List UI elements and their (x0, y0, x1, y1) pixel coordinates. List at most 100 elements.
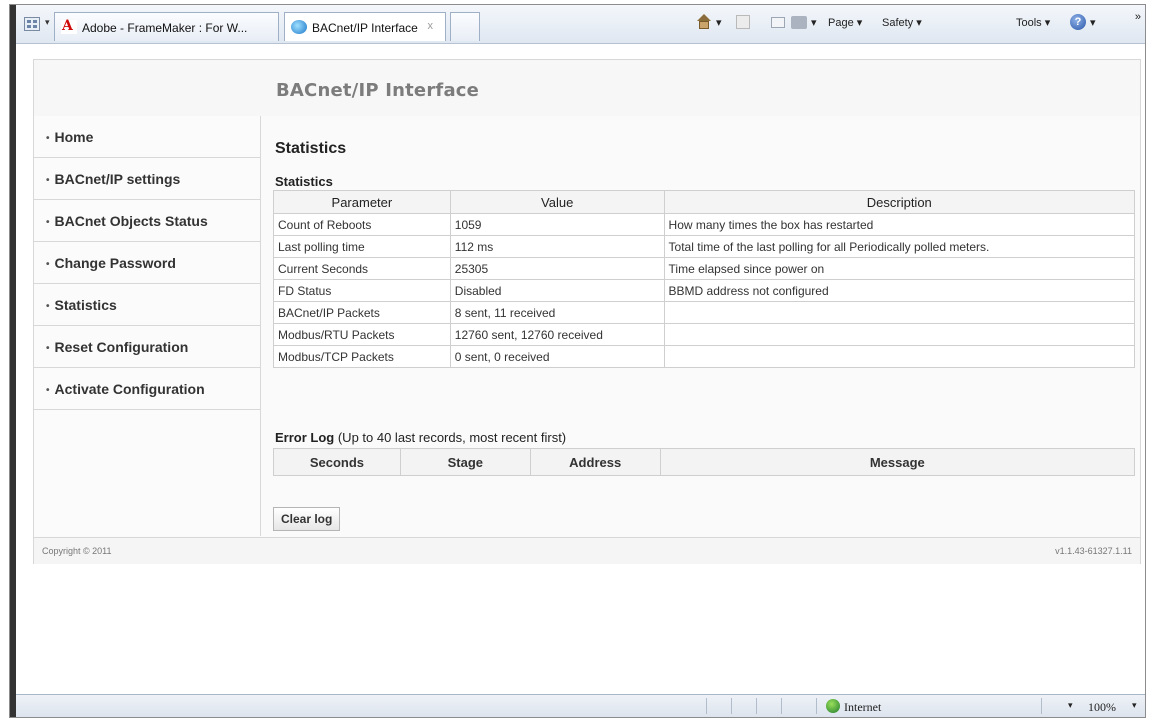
ie-page-icon (291, 20, 307, 34)
close-icon[interactable]: x (428, 20, 434, 32)
help-dropdown-chevron-icon[interactable]: ▾ (1090, 16, 1096, 29)
browser-window: ▾ Adobe - FrameMaker : For W... BACnet/I… (9, 4, 1146, 718)
table-header-row: Parameter Value Description (273, 190, 1136, 214)
column-header-value: Value (449, 190, 665, 214)
cell-description: BBMD address not configured (663, 279, 1136, 302)
feeds-icon[interactable] (736, 15, 750, 29)
column-header-address: Address (529, 448, 661, 476)
cell-value: 25305 (449, 257, 665, 280)
content-title: Statistics (275, 140, 347, 157)
browser-toolbar: ▾ Adobe - FrameMaker : For W... BACnet/I… (16, 5, 1145, 44)
tab-bacnet[interactable]: BACnet/IP Interface x (284, 12, 446, 41)
cell-value: 12760 sent, 12760 received (449, 323, 665, 346)
adobe-icon (61, 18, 77, 34)
page-menu[interactable]: Page ▾ (828, 16, 862, 29)
table-row: BACnet/IP Packets 8 sent, 11 received (273, 301, 1136, 324)
zoom-chevron-down-icon[interactable]: ▾ (1132, 700, 1137, 711)
web-page: BACnet/IP Interface Home BACnet/IP setti… (33, 59, 1141, 564)
window-edge (10, 5, 16, 717)
table-row: Modbus/TCP Packets 0 sent, 0 received (273, 345, 1136, 368)
table-row: Modbus/RTU Packets 12760 sent, 12760 rec… (273, 323, 1136, 346)
tab-title: Adobe - FrameMaker : For W... (82, 21, 248, 35)
sidebar-item-bacnet-ip-settings[interactable]: BACnet/IP settings (34, 158, 260, 200)
chevron-down-icon: ▾ (916, 17, 922, 29)
page-menu-label: Page (828, 17, 854, 29)
error-log-label: Error Log (Up to 40 last records, most r… (275, 430, 566, 445)
cell-description: Total time of the last polling for all P… (663, 235, 1136, 258)
column-header-seconds: Seconds (273, 448, 401, 476)
zoom-level[interactable]: 100% (1088, 700, 1116, 715)
status-divider (756, 698, 757, 714)
tab-framemaker[interactable]: Adobe - FrameMaker : For W... (54, 12, 279, 41)
cell-description (663, 323, 1136, 346)
cell-parameter: Last polling time (273, 235, 451, 258)
quick-tabs-icon[interactable] (24, 17, 40, 31)
column-header-description: Description (663, 190, 1136, 214)
status-divider (731, 698, 732, 714)
home-dropdown-chevron-icon[interactable]: ▾ (716, 16, 722, 29)
cell-parameter: Modbus/RTU Packets (273, 323, 451, 346)
print-icon[interactable] (791, 16, 807, 29)
cell-description: Time elapsed since power on (663, 257, 1136, 280)
sidebar-item-home[interactable]: Home (34, 116, 260, 158)
cell-parameter: Modbus/TCP Packets (273, 345, 451, 368)
page-header-title: BACnet/IP Interface (276, 80, 480, 101)
cell-parameter: FD Status (273, 279, 451, 302)
status-divider (1041, 698, 1042, 714)
cell-value: 8 sent, 11 received (449, 301, 665, 324)
version-text: v1.1.43-61327.1.11 (1055, 546, 1132, 556)
status-divider (816, 698, 817, 714)
sidebar-item-change-password[interactable]: Change Password (34, 242, 260, 284)
safety-menu[interactable]: Safety ▾ (882, 16, 922, 29)
page-footer: Copyright © 2011 v1.1.43-61327.1.11 (34, 537, 1140, 564)
table-row: Count of Reboots 1059 How many times the… (273, 213, 1136, 236)
tools-menu-label: Tools (1016, 17, 1042, 29)
copyright-text: Copyright © 2011 (42, 546, 112, 556)
error-log-label-note: (Up to 40 last records, most recent firs… (334, 430, 567, 445)
help-icon[interactable]: ? (1070, 14, 1086, 30)
print-dropdown-chevron-icon[interactable]: ▾ (811, 16, 817, 29)
new-tab-button[interactable] (450, 12, 480, 41)
chevron-down-icon: ▾ (856, 17, 863, 29)
cell-value: 1059 (449, 213, 665, 236)
column-header-parameter: Parameter (273, 190, 451, 214)
sidebar-item-activate-configuration[interactable]: Activate Configuration (34, 368, 260, 410)
cell-parameter: Count of Reboots (273, 213, 451, 236)
security-zone-label[interactable]: Internet (844, 700, 881, 715)
sidebar-item-statistics[interactable]: Statistics (34, 284, 260, 326)
column-header-stage: Stage (399, 448, 531, 476)
status-bar: Internet ▾ 100% ▾ (16, 694, 1145, 717)
cell-description (663, 345, 1136, 368)
mail-icon[interactable] (771, 17, 785, 28)
cell-description: How many times the box has restarted (663, 213, 1136, 236)
sidebar-item-reset-configuration[interactable]: Reset Configuration (34, 326, 260, 368)
tab-title: BACnet/IP Interface (312, 21, 418, 35)
statistics-table: Parameter Value Description Count of Reb… (273, 190, 1136, 368)
chevron-down-icon: ▾ (1044, 17, 1051, 29)
cell-parameter: BACnet/IP Packets (273, 301, 451, 324)
protected-mode-chevron-icon[interactable]: ▾ (1068, 700, 1073, 711)
clear-log-button[interactable]: Clear log (273, 507, 341, 531)
status-divider (706, 698, 707, 714)
table-row: Current Seconds 25305 Time elapsed since… (273, 257, 1136, 280)
sidebar-nav: Home BACnet/IP settings BACnet Objects S… (34, 116, 261, 536)
cell-value: 112 ms (449, 235, 665, 258)
table-row: Last polling time 112 ms Total time of t… (273, 235, 1136, 258)
page-header: BACnet/IP Interface (34, 60, 1140, 117)
cell-parameter: Current Seconds (273, 257, 451, 280)
more-commands-icon[interactable]: » (1135, 11, 1141, 23)
error-log-label-title: Error Log (275, 430, 335, 445)
home-icon[interactable] (696, 14, 712, 30)
table-header-row: Seconds Stage Address Message (273, 448, 1136, 476)
main-content: Statistics Statistics Parameter Value De… (261, 116, 1140, 536)
tools-menu[interactable]: Tools ▾ (1016, 16, 1050, 29)
sidebar-item-bacnet-objects-status[interactable]: BACnet Objects Status (34, 200, 260, 242)
tab-list-chevron-down-icon[interactable]: ▾ (45, 17, 50, 28)
safety-menu-label: Safety (882, 17, 914, 29)
status-divider (781, 698, 782, 714)
error-log-table: Seconds Stage Address Message (273, 448, 1136, 476)
column-header-message: Message (659, 448, 1136, 476)
cell-description (663, 301, 1136, 324)
internet-zone-icon (826, 699, 840, 713)
stats-section-label: Statistics (275, 174, 333, 189)
